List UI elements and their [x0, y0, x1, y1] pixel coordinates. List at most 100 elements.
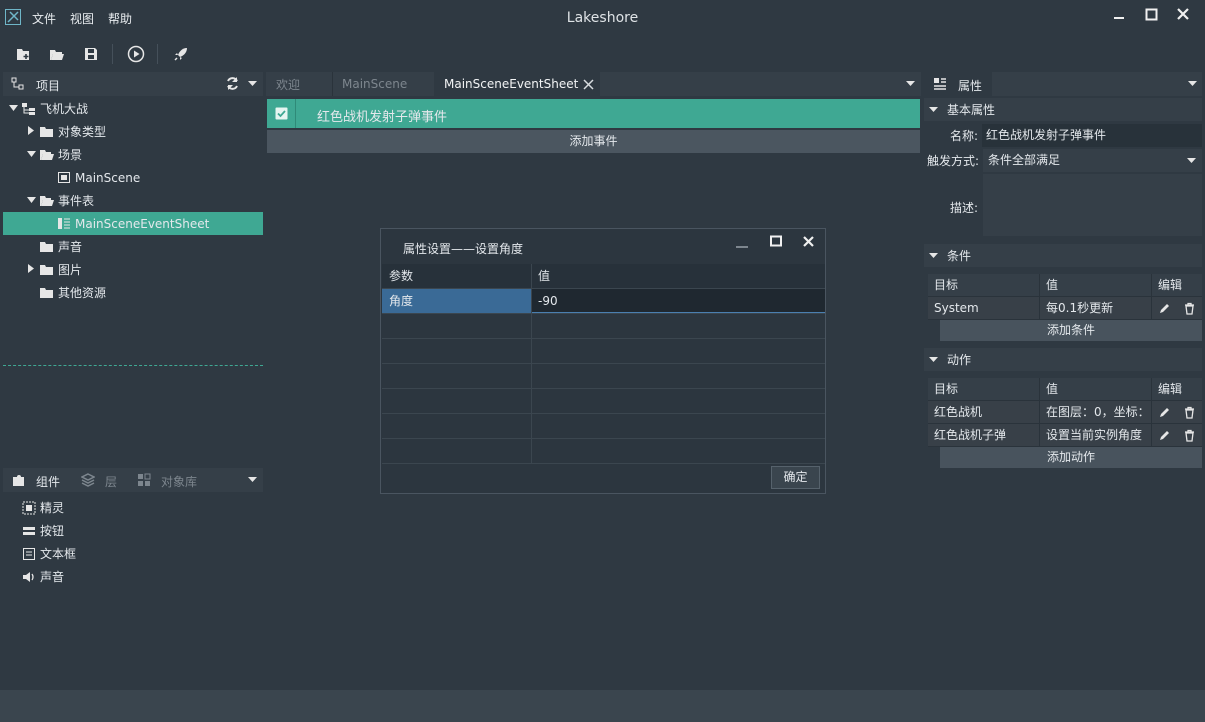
tab-object-library[interactable]: 对象库 — [161, 473, 197, 490]
action-row[interactable]: 红色战机 在图层：0，坐标： — [928, 401, 1202, 424]
component-textbox[interactable]: 文本框 — [23, 542, 76, 565]
maximize-button[interactable] — [1135, 3, 1167, 25]
tree-item[interactable]: MainScene — [3, 166, 263, 189]
status-bar — [0, 690, 1205, 722]
play-icon — [127, 45, 145, 63]
close-button[interactable] — [1167, 3, 1199, 25]
condition-edit-cell — [1152, 297, 1202, 319]
open-folder-button[interactable] — [47, 44, 67, 64]
window-controls — [1103, 3, 1199, 25]
expand-right-icon[interactable] — [25, 125, 37, 138]
tab-components[interactable]: 组件 — [36, 473, 60, 490]
tab-mainscene[interactable]: MainScene — [332, 72, 432, 96]
component-button[interactable]: 按钮 — [23, 519, 64, 542]
tree-item[interactable]: 事件表 — [3, 189, 263, 212]
close-tab-icon[interactable] — [583, 79, 594, 90]
empty-row — [382, 339, 825, 364]
properties-panel-header: 属性 — [924, 72, 1202, 96]
dialog-maximize-button[interactable] — [761, 232, 791, 250]
expand-down-icon[interactable] — [25, 150, 37, 160]
event-row[interactable]: 红色战机发射子弹事件 — [267, 99, 920, 128]
tab-layers[interactable]: 层 — [105, 473, 117, 490]
action-target: 红色战机子弹 — [928, 424, 1040, 446]
eventsheet-icon — [57, 217, 71, 230]
run-button[interactable] — [126, 44, 146, 64]
param-value-input[interactable]: -90 — [532, 289, 825, 313]
actions-table: 目标 值 编辑 红色战机 在图层：0，坐标： 红色战机子弹 设置当前实例角度 添… — [928, 378, 1202, 468]
ok-button[interactable]: 确定 — [771, 466, 820, 489]
tree-item[interactable]: 飞机大战 — [3, 97, 263, 120]
minimize-button[interactable] — [1103, 3, 1135, 25]
trash-icon[interactable] — [1183, 429, 1196, 442]
actions-section-header[interactable]: 动作 — [924, 348, 1202, 371]
empty-row — [382, 439, 825, 464]
toolbar-separator — [112, 44, 113, 64]
actions-table-header: 目标 值 编辑 — [928, 378, 1202, 401]
folder-icon — [39, 263, 54, 276]
chevron-down-icon[interactable] — [248, 81, 257, 87]
object-library-icon — [138, 473, 151, 486]
description-textarea[interactable] — [983, 174, 1202, 236]
empty-row — [382, 414, 825, 439]
tree-item-label: 飞机大战 — [40, 102, 89, 116]
trigger-select[interactable]: 条件全部满足 — [983, 149, 1202, 172]
event-checkbox[interactable] — [267, 99, 296, 128]
add-action-button[interactable]: 添加动作 — [940, 447, 1202, 468]
trash-icon[interactable] — [1183, 406, 1196, 419]
tree-item[interactable]: 声音 — [3, 235, 263, 258]
toolbar-separator — [157, 44, 158, 64]
toolbar — [0, 36, 1205, 72]
tab-mainscene-eventsheet[interactable]: MainSceneEventSheet — [434, 72, 600, 96]
tree-item[interactable]: 对象类型 — [3, 120, 263, 143]
dialog-minimize-button[interactable] — [727, 235, 757, 253]
param-row[interactable]: 角度 -90 — [382, 289, 825, 314]
tree-item-label: 场景 — [58, 148, 83, 162]
pencil-icon[interactable] — [1158, 302, 1171, 315]
tab-welcome[interactable]: 欢迎 — [266, 72, 332, 96]
pencil-icon[interactable] — [1158, 429, 1171, 442]
folder-icon — [39, 125, 54, 138]
dialog-close-button[interactable] — [793, 232, 823, 250]
add-condition-button[interactable]: 添加条件 — [940, 320, 1202, 341]
properties-tab[interactable]: 属性 — [924, 72, 992, 96]
empty-row — [382, 389, 825, 414]
editor-tab-bar: 欢迎 MainScene MainSceneEventSheet — [266, 72, 921, 96]
name-label: 名称: — [950, 129, 979, 143]
folder-icon — [39, 286, 54, 299]
save-button[interactable] — [81, 44, 101, 64]
textbox-icon — [23, 547, 35, 560]
action-row[interactable]: 红色战机子弹 设置当前实例角度 — [928, 424, 1202, 447]
expand-down-icon[interactable] — [7, 104, 19, 114]
add-event-button[interactable]: 添加事件 — [267, 130, 920, 153]
event-title: 红色战机发射子弹事件 — [317, 110, 448, 125]
component-sprite[interactable]: 精灵 — [22, 496, 64, 519]
trash-icon[interactable] — [1183, 302, 1196, 315]
name-input[interactable]: 红色战机发射子弹事件 — [982, 124, 1202, 147]
publish-button[interactable] — [171, 44, 191, 64]
chevron-down-icon[interactable] — [1188, 81, 1197, 87]
tree-item[interactable]: MainSceneEventSheet — [3, 212, 263, 235]
param-column-header: 参数 — [382, 264, 532, 288]
component-sound[interactable]: 声音 — [23, 565, 64, 588]
empty-row — [382, 314, 825, 339]
tree-item[interactable]: 其他资源 — [3, 281, 263, 304]
button-icon — [23, 526, 35, 535]
name-row: 名称: 红色战机发射子弹事件 — [924, 124, 1202, 147]
expand-down-icon[interactable] — [25, 196, 37, 206]
basic-section-header[interactable]: 基本属性 — [924, 98, 1202, 121]
tree-item[interactable]: 图片 — [3, 258, 263, 281]
new-project-button[interactable] — [13, 44, 33, 64]
chevron-down-icon[interactable] — [906, 81, 915, 87]
expand-right-icon[interactable] — [25, 263, 37, 276]
param-name: 角度 — [382, 289, 532, 313]
conditions-section-header[interactable]: 条件 — [924, 244, 1202, 267]
open-folder-icon — [50, 50, 64, 60]
sync-icon[interactable] — [225, 76, 240, 91]
pencil-icon[interactable] — [1158, 406, 1171, 419]
tab-label: 欢迎 — [276, 77, 301, 92]
tree-item[interactable]: 场景 — [3, 143, 263, 166]
condition-row[interactable]: System 每0.1秒更新 — [928, 297, 1202, 320]
chevron-down-icon[interactable] — [248, 477, 257, 483]
title-bar: 文件 视图 帮助 Lakeshore — [0, 0, 1205, 36]
action-edit-cell — [1152, 424, 1202, 446]
